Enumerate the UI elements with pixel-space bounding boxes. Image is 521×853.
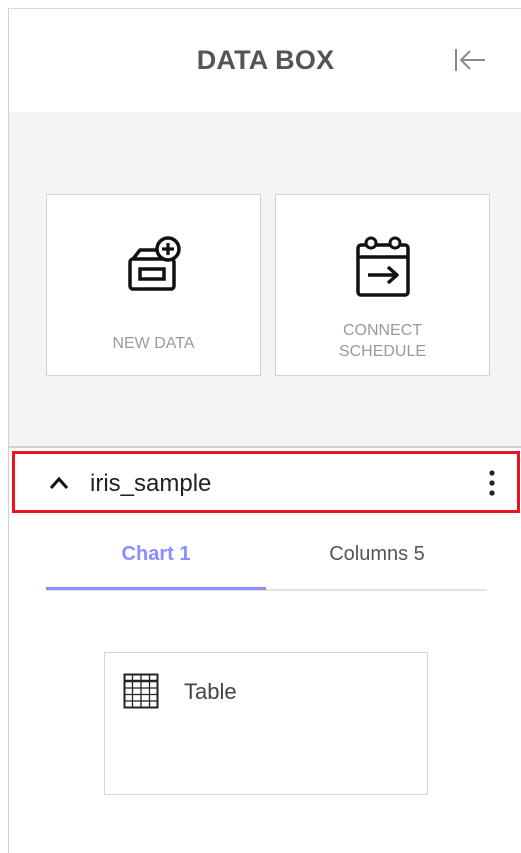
panel-title: DATA BOX (196, 45, 335, 75)
connect-schedule-label: CONNECT SCHEDULE (338, 322, 427, 360)
collapse-left-icon (455, 49, 485, 71)
data-box-panel: DATA BOX NEW DATA CONNECT SCHEDULE iris_… (8, 8, 521, 853)
new-data-label: NEW DATA (112, 335, 195, 352)
connect-schedule-button[interactable]: CONNECT SCHEDULE (275, 194, 490, 376)
dataset-header-iris-sample[interactable]: iris_sample (12, 451, 520, 513)
dataset-name: iris_sample (90, 470, 212, 497)
new-data-button[interactable]: NEW DATA (46, 194, 261, 376)
tab-columns[interactable]: Columns 5 (267, 519, 487, 589)
chart-item-table[interactable]: Table (104, 652, 428, 795)
calendar-arrow-icon (353, 233, 413, 304)
panel-header: DATA BOX (9, 9, 521, 112)
chart-item-label: Table (184, 679, 237, 704)
collapse-panel-button[interactable] (452, 45, 490, 75)
table-grid-icon (123, 673, 159, 714)
add-database-icon (124, 235, 184, 304)
actions-area: NEW DATA CONNECT SCHEDULE (9, 112, 521, 448)
active-tab-indicator (46, 587, 266, 590)
more-vertical-icon[interactable] (482, 468, 502, 498)
dataset-tabs: Chart 1 Columns 5 (46, 519, 487, 591)
tab-chart[interactable]: Chart 1 (46, 519, 266, 589)
chevron-up-icon[interactable] (49, 476, 69, 495)
